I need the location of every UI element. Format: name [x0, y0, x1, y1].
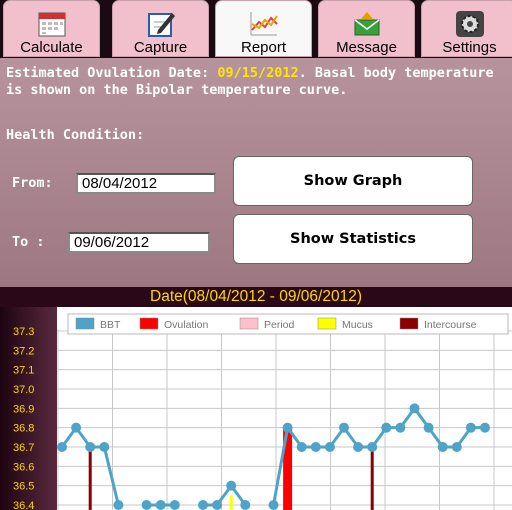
from-date-field[interactable]: 08/04/2012 — [76, 173, 216, 194]
y-tick-label: 37.3 — [13, 326, 34, 338]
y-tick-label: 36.8 — [13, 423, 34, 435]
tab-label: Report — [240, 39, 287, 56]
tab-label: Capture — [133, 39, 188, 56]
bbt-point — [423, 422, 434, 433]
bbt-point — [480, 422, 490, 433]
bbt-point — [212, 500, 223, 510]
legend-label-intercourse: Intercourse — [424, 319, 477, 331]
bbt-point — [296, 442, 307, 452]
bbt-point — [409, 403, 420, 414]
tab-bar: Calculate Capture Report Message Settings — [0, 0, 512, 58]
tab-label: Settings — [442, 39, 497, 56]
bbt-point — [353, 442, 364, 452]
bbt-point — [71, 422, 82, 433]
to-label: To : — [12, 234, 45, 250]
bbt-point — [226, 480, 237, 491]
show-statistics-button[interactable]: Show Statistics — [233, 214, 473, 264]
bbt-point — [99, 442, 110, 452]
tab-label: Message — [336, 39, 397, 56]
bbt-point — [451, 442, 462, 452]
temperature-chart: Date(08/04/2012 - 09/06/2012) 36.4 36.5 36… — [0, 287, 512, 510]
bbt-point — [367, 442, 378, 452]
line-chart-icon — [249, 10, 279, 38]
legend-label-bbt: BBT — [100, 319, 121, 331]
bbt-point — [155, 500, 166, 510]
bbt-point — [240, 500, 251, 510]
bbt-point — [437, 442, 448, 452]
y-tick-label: 36.6 — [13, 461, 34, 473]
legend-swatch-bbt — [75, 317, 95, 330]
bar-intercourse — [370, 447, 374, 510]
legend-label-ovulation: Ovulation — [164, 319, 209, 331]
y-tick-label: 37.2 — [13, 345, 34, 357]
legend-swatch-mucus — [317, 317, 337, 330]
y-tick-label: 37.1 — [13, 365, 34, 377]
bbt-point — [395, 422, 406, 433]
y-tick-label: 36.4 — [13, 500, 34, 510]
ovulation-date: 09/15/2012 — [217, 65, 299, 81]
bbt-point — [339, 422, 349, 433]
to-date-field[interactable]: 09/06/2012 — [68, 232, 210, 253]
legend-swatch-intercourse — [399, 317, 419, 330]
bbt-point — [57, 442, 67, 452]
bbt-point — [268, 500, 279, 510]
legend-label-mucus: Mucus — [342, 319, 373, 331]
tab-report[interactable]: Report — [215, 0, 312, 57]
bbt-point — [113, 500, 124, 510]
bbt-point — [282, 422, 293, 433]
show-graph-button[interactable]: Show Graph — [233, 156, 473, 206]
bbt-point — [169, 500, 180, 510]
calendar-icon — [37, 10, 67, 38]
bbt-point — [141, 500, 152, 510]
bbt-point — [85, 442, 96, 452]
bbt-point — [324, 442, 335, 452]
bar-intercourse — [88, 447, 92, 510]
tab-message[interactable]: Message — [318, 0, 415, 57]
from-label: From: — [12, 175, 53, 191]
bbt-point — [310, 442, 321, 452]
legend-label-period: Period — [264, 319, 295, 331]
bbt-point — [381, 422, 392, 433]
tab-label: Calculate — [20, 39, 83, 56]
gear-icon — [455, 10, 485, 38]
mail-icon — [352, 10, 382, 38]
tab-capture[interactable]: Capture — [112, 0, 209, 57]
report-panel: Estimated Ovulation Date: 09/15/2012. Ba… — [0, 58, 512, 287]
bbt-point — [198, 500, 208, 510]
y-tick-label: 36.7 — [13, 442, 34, 454]
y-tick-label: 36.5 — [13, 481, 34, 493]
y-tick-label: 37.0 — [13, 384, 34, 396]
bbt-point — [465, 422, 476, 433]
tab-settings[interactable]: Settings — [421, 0, 512, 57]
bbt-chart: 36.4 36.5 36.6 36.7 36.8 36.9 37.0 37.1 37.2 37.3… — [13, 307, 512, 510]
legend-swatch-period — [239, 317, 259, 330]
edit-icon — [146, 10, 176, 38]
bar-mucus — [229, 495, 233, 510]
ovulation-info: Estimated Ovulation Date: 09/15/2012. Ba… — [6, 65, 494, 98]
y-tick-label: 36.9 — [13, 403, 34, 415]
health-condition-label: Health Condition: — [6, 127, 145, 143]
tab-calculate[interactable]: Calculate — [3, 0, 100, 57]
legend-swatch-ovulation — [139, 317, 159, 330]
